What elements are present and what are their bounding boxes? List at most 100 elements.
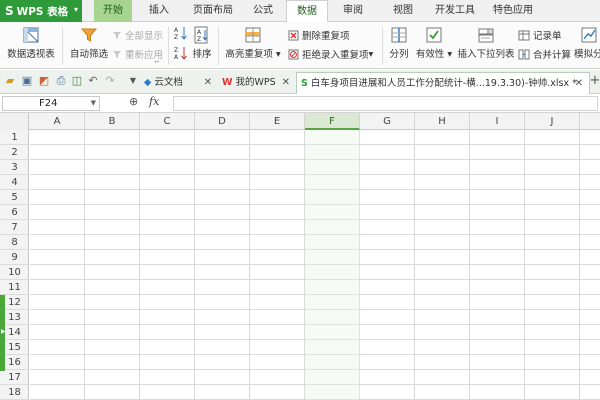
tab-formulas[interactable]: 公式 bbox=[244, 0, 282, 22]
save-icon[interactable]: ▣ bbox=[20, 74, 34, 88]
undo-icon[interactable]: ↶ bbox=[86, 74, 100, 88]
delete-duplicates-button[interactable]: 删除重复项 bbox=[288, 27, 350, 43]
formula-input[interactable] bbox=[173, 96, 598, 111]
column-header-i[interactable]: I bbox=[470, 113, 525, 130]
print-preview-icon[interactable]: ◫ bbox=[70, 74, 84, 88]
split-columns-icon bbox=[391, 27, 407, 43]
sort-button[interactable]: A Z 排序 bbox=[190, 26, 214, 60]
select-all-corner[interactable] bbox=[0, 113, 29, 130]
column-header-a[interactable]: A bbox=[30, 113, 85, 130]
cloud-docs-icon: ◆ bbox=[144, 77, 152, 88]
ribbon-tab-bar: S WPS 表格 ▾ 开始 插入 页面布局 公式 数据 审阅 视图 开发工具 特… bbox=[0, 0, 600, 23]
row-header[interactable]: 2 bbox=[0, 145, 28, 160]
close-icon[interactable]: ✕ bbox=[282, 72, 290, 93]
text-to-columns-button[interactable]: 分列 bbox=[384, 26, 414, 60]
reject-duplicates-button[interactable]: 拒绝录入重复项 ▾ bbox=[288, 46, 373, 62]
row-header[interactable]: 6 bbox=[0, 205, 28, 220]
column-header-e[interactable]: E bbox=[250, 113, 305, 130]
data-validation-icon bbox=[426, 27, 442, 43]
app-menu-button[interactable]: S WPS 表格 ▾ bbox=[0, 0, 82, 22]
column-header-h[interactable]: H bbox=[415, 113, 470, 130]
sort-ascending-icon: A Z bbox=[174, 27, 187, 40]
tab-home[interactable]: 开始 bbox=[94, 0, 132, 22]
row-header[interactable]: 8 bbox=[0, 235, 28, 250]
tab-insert[interactable]: 插入 bbox=[140, 0, 178, 22]
row-header[interactable]: 18 bbox=[0, 385, 28, 400]
record-form-button[interactable]: 记录单 bbox=[518, 27, 562, 43]
row-header[interactable]: 4 bbox=[0, 175, 28, 190]
tab-developer[interactable]: 开发工具 bbox=[428, 0, 482, 22]
print-icon[interactable]: ⎙ bbox=[54, 74, 68, 88]
ribbon-divider bbox=[62, 27, 63, 65]
row-header[interactable]: 5 bbox=[0, 190, 28, 205]
selected-column-highlight bbox=[305, 130, 360, 400]
consolidate-icon bbox=[518, 49, 530, 59]
row-header[interactable]: 9 bbox=[0, 250, 28, 265]
document-tab-bar: ▰ ▣ ◩ ⎙ ◫ ↶ ↷ ▼ ◆ 云文档 ✕ W 我的WPS ✕ S 白车身项… bbox=[0, 70, 600, 94]
show-all-button[interactable]: 全部显示 bbox=[112, 27, 163, 43]
column-header-j[interactable]: J bbox=[525, 113, 580, 130]
ribbon-data-panel: 数据透视表 自动筛选 全部显示 重新应用 A Z Z A A Z 排序 高亮重复… bbox=[0, 22, 600, 69]
column-header-b[interactable]: B bbox=[85, 113, 140, 130]
data-validation-label: 有效性 bbox=[415, 49, 445, 60]
zoom-lookup-icon[interactable]: ⊕ bbox=[129, 95, 138, 108]
highlight-duplicates-button[interactable]: 高亮重复项 ▾ bbox=[222, 26, 284, 60]
doc-tab-cloud-docs[interactable]: ◆ 云文档 ✕ bbox=[140, 72, 218, 94]
highlight-duplicates-icon bbox=[245, 27, 261, 43]
consolidate-button[interactable]: 合并计算 bbox=[518, 46, 571, 62]
column-header-bar: A B C D E F G H I J bbox=[0, 113, 600, 130]
wps-spreadsheet-window: S WPS 表格 ▾ 开始 插入 页面布局 公式 数据 审阅 视图 开发工具 特… bbox=[0, 0, 600, 400]
column-header-c[interactable]: C bbox=[140, 113, 195, 130]
name-box-value: F24 bbox=[39, 98, 58, 109]
row-header[interactable]: 11 bbox=[0, 280, 28, 295]
cell-grid[interactable] bbox=[30, 130, 600, 400]
spreadsheet-file-icon: S bbox=[301, 78, 308, 89]
side-panel-toggle[interactable]: ▶ bbox=[0, 295, 6, 371]
doc-tab-active-workbook[interactable]: S 白车身项目进展和人员工作分配统计-横...19.3.30)-钟帅.xlsx … bbox=[296, 72, 590, 94]
chevron-down-icon[interactable]: ▼ bbox=[91, 97, 96, 110]
sort-ascending-button[interactable]: A Z bbox=[174, 26, 188, 43]
what-if-analysis-label: 模拟分 bbox=[574, 49, 600, 60]
column-header-g[interactable]: G bbox=[360, 113, 415, 130]
formula-bar: F24 ▼ ⊕ fx bbox=[0, 94, 600, 113]
show-all-icon bbox=[113, 32, 121, 39]
column-header-d[interactable]: D bbox=[195, 113, 250, 130]
autofilter-button[interactable]: 自动筛选 bbox=[66, 26, 112, 60]
doc-tab-label: 我的WPS bbox=[235, 77, 276, 88]
group-expand-icon[interactable]: ⌐ bbox=[154, 58, 160, 66]
chevron-down-icon: ▾ bbox=[73, 5, 78, 14]
tab-page-layout[interactable]: 页面布局 bbox=[186, 0, 240, 22]
export-pdf-icon[interactable]: ◩ bbox=[37, 74, 51, 88]
row-header[interactable]: 10 bbox=[0, 265, 28, 280]
doc-tab-my-wps[interactable]: W 我的WPS ✕ bbox=[218, 72, 296, 94]
row-header[interactable]: 7 bbox=[0, 220, 28, 235]
wps-logo-icon: S bbox=[5, 4, 14, 18]
close-icon[interactable]: ✕ bbox=[575, 73, 583, 94]
tab-special-apps[interactable]: 特色应用 bbox=[486, 0, 540, 22]
svg-text:A: A bbox=[174, 54, 179, 60]
data-validation-button[interactable]: 有效性 ▾ bbox=[414, 26, 454, 60]
row-header[interactable]: 1 bbox=[0, 130, 28, 145]
what-if-analysis-button[interactable]: 模拟分 bbox=[574, 26, 600, 60]
insert-dropdown-list-button[interactable]: 插入下拉列表 bbox=[456, 26, 516, 60]
tab-view[interactable]: 视图 bbox=[384, 0, 422, 22]
delete-duplicates-icon bbox=[288, 30, 299, 40]
svg-text:A: A bbox=[174, 27, 179, 34]
sort-descending-button[interactable]: Z A bbox=[174, 46, 188, 63]
new-tab-plus-icon[interactable]: + bbox=[588, 74, 600, 88]
reapply-icon bbox=[113, 51, 121, 58]
column-header-f[interactable]: F bbox=[305, 113, 360, 130]
pivot-table-button[interactable]: 数据透视表 bbox=[3, 26, 59, 60]
insert-function-button[interactable]: fx bbox=[149, 95, 159, 108]
chevron-down-icon[interactable]: ▼ bbox=[126, 74, 140, 88]
tab-data[interactable]: 数据 bbox=[286, 0, 328, 23]
row-header[interactable]: 3 bbox=[0, 160, 28, 175]
tab-review[interactable]: 审阅 bbox=[334, 0, 372, 22]
open-folder-icon[interactable]: ▰ bbox=[3, 74, 17, 88]
sort-label: 排序 bbox=[192, 49, 212, 60]
name-box[interactable]: F24 ▼ bbox=[2, 96, 100, 111]
dropdown-list-icon bbox=[478, 28, 494, 43]
close-icon[interactable]: ✕ bbox=[204, 72, 212, 93]
redo-icon[interactable]: ↷ bbox=[103, 74, 117, 88]
row-header[interactable]: 17 bbox=[0, 370, 28, 385]
